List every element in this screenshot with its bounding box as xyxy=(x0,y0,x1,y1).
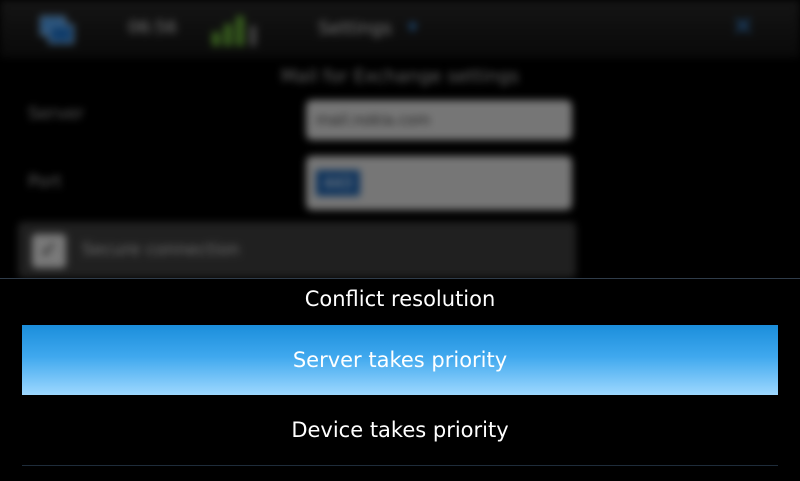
option-device-takes-priority[interactable]: Device takes priority xyxy=(22,395,778,466)
task-switcher-icon[interactable] xyxy=(36,12,76,44)
port-field[interactable]: 443 xyxy=(306,156,572,210)
picker-title: Conflict resolution xyxy=(304,287,496,311)
checkbox-checked-icon[interactable]: ✓ xyxy=(32,234,66,268)
port-value: 443 xyxy=(316,170,360,196)
status-bar: 06:56 Settings ▼ ✕ xyxy=(0,0,800,58)
secure-connection-row[interactable]: ✓ Secure connection xyxy=(18,222,576,278)
page-title: Mail for Exchange settings xyxy=(280,66,520,87)
secure-connection-label: Secure connection xyxy=(82,240,240,260)
server-field[interactable]: mail.nokia.com xyxy=(306,100,572,140)
close-icon[interactable]: ✕ xyxy=(730,14,756,40)
conflict-resolution-picker: Conflict resolution Server takes priorit… xyxy=(0,278,800,481)
server-label: Server xyxy=(28,104,84,124)
option-server-takes-priority[interactable]: Server takes priority xyxy=(22,325,778,395)
clock: 06:56 xyxy=(128,18,177,38)
chevron-down-icon: ▼ xyxy=(408,20,418,34)
port-label: Port xyxy=(28,172,62,192)
app-title-menu[interactable]: Settings xyxy=(318,18,392,39)
battery-icon xyxy=(212,12,262,46)
